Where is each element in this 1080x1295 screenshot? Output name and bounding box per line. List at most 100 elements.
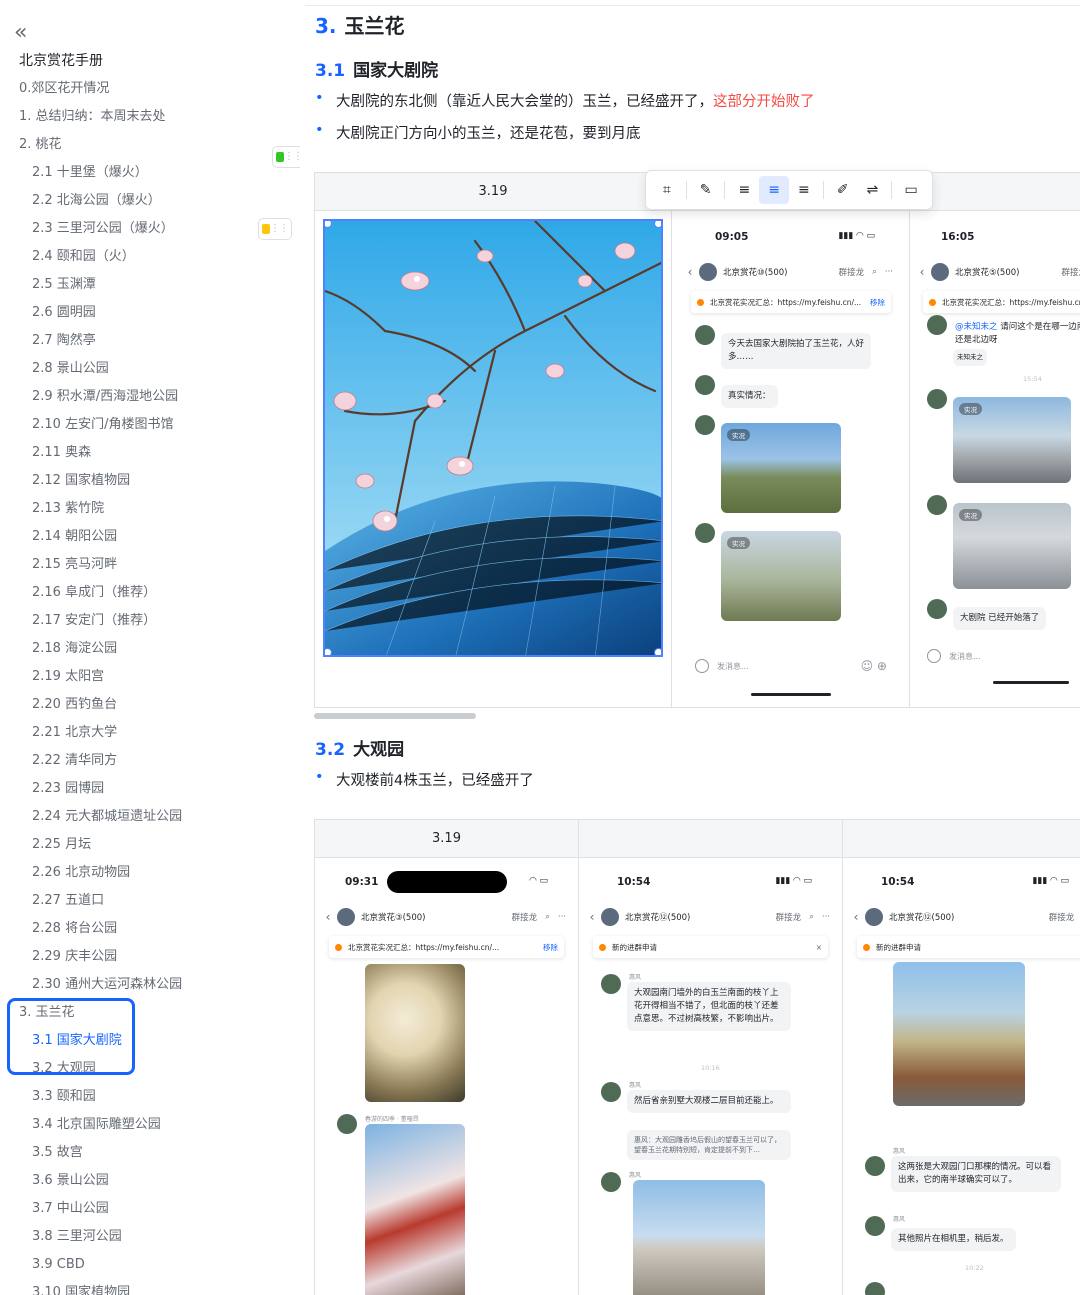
toc-item[interactable]: 1. 总结归纳：本周末去处 xyxy=(0,103,300,131)
toc-item[interactable]: 2.8 景山公园 xyxy=(0,355,300,383)
avatar xyxy=(865,1216,885,1236)
toc-item[interactable]: 2.12 国家植物园 xyxy=(0,467,300,495)
comment-icon[interactable]: ▭ xyxy=(896,176,926,204)
chat-screenshot-3[interactable]: 09:31 ◠ ▭ ‹ 北京赏花③(500) 群接龙 ⌕ ··· 北京赏花实况汇… xyxy=(319,864,574,1295)
person-icon xyxy=(863,943,870,951)
resize-handle[interactable] xyxy=(325,648,332,655)
magnolia-photo-selected[interactable] xyxy=(323,219,663,657)
signal-wifi-battery-icon: ▮▮▮ ◠ ▭ xyxy=(775,876,812,886)
toc-document-title[interactable]: 北京赏花手册 xyxy=(0,47,300,75)
toc-item[interactable]: 2.26 北京动物园 xyxy=(0,859,300,887)
toc-item[interactable]: 2.5 玉渊潭 xyxy=(0,271,300,299)
toc-item[interactable]: 3.8 三里河公园 xyxy=(0,1223,300,1251)
toc-item[interactable]: 2.21 北京大学 xyxy=(0,719,300,747)
chat-photo: 实况 xyxy=(953,397,1071,483)
chat-photo xyxy=(365,1124,465,1295)
toc-item[interactable]: 2.3 三里河公园（爆火） xyxy=(0,215,300,243)
align-left-icon[interactable]: ≡ xyxy=(729,176,759,204)
chat-nav-bar: ‹ 北京赏花③(500) 群接龙 ⌕ ··· xyxy=(319,904,574,930)
avatar xyxy=(865,1282,885,1295)
person-icon xyxy=(599,943,606,951)
chat-nav-bar: ‹ 北京赏花⑫(500) 群接龙 ⌕ ··· xyxy=(583,904,838,930)
status-bar: 16:05 xyxy=(941,231,975,243)
group-avatar xyxy=(337,908,355,926)
wifi-battery-icon: ◠ ▭ xyxy=(529,876,548,886)
toc-item[interactable]: 2.22 清华同方 xyxy=(0,747,300,775)
more-icon: ··· xyxy=(821,912,830,922)
table-header-cell[interactable]: 3.19 xyxy=(315,820,578,858)
drag-handle-icon[interactable]: ⋮⋮ xyxy=(270,224,289,234)
toc-item[interactable]: 2.27 五道口 xyxy=(0,887,300,915)
chat-screenshot-4[interactable]: 10:54 ▮▮▮ ◠ ▭ ‹ 北京赏花⑫(500) 群接龙 ⌕ ··· 新的进… xyxy=(583,864,838,1295)
toc-item[interactable]: 3.7 中山公园 xyxy=(0,1195,300,1223)
toc-item[interactable]: 3.5 故宫 xyxy=(0,1139,300,1167)
status-bar: 10:54 ▮▮▮ ◠ ▭ xyxy=(881,876,1069,888)
column-divider xyxy=(671,173,672,707)
resize-handle[interactable] xyxy=(654,221,661,228)
toc-item[interactable]: 3.4 北京国际雕塑公园 xyxy=(0,1111,300,1139)
toc-item[interactable]: 2.23 园博园 xyxy=(0,775,300,803)
toc-item[interactable]: 0.郊区花开情况 xyxy=(0,75,300,103)
toc-item[interactable]: 2.4 颐和园（火） xyxy=(0,243,300,271)
toc-item[interactable]: 2.18 海淀公园 xyxy=(0,635,300,663)
toc-item[interactable]: 2. 桃花 xyxy=(0,131,300,159)
toc-item[interactable]: 2.9 积水潭/西海湿地公园 xyxy=(0,383,300,411)
toc-item[interactable]: 3.1 国家大剧院 xyxy=(0,1027,300,1055)
edit-image-icon[interactable]: ✐ xyxy=(828,176,858,204)
toc-item[interactable]: 3.6 景山公园 xyxy=(0,1167,300,1195)
align-center-icon[interactable]: ≡ xyxy=(759,176,789,204)
toc-item[interactable]: 2.2 北海公园（爆火） xyxy=(0,187,300,215)
toc-item[interactable]: 2.25 月坛 xyxy=(0,831,300,859)
toc-item[interactable]: 2.10 左安门/角楼图书馆 xyxy=(0,411,300,439)
toc-item[interactable]: 2.29 庆丰公园 xyxy=(0,943,300,971)
toc-item[interactable]: 2.28 将台公园 xyxy=(0,915,300,943)
toc-item[interactable]: 3.10 国家植物园 xyxy=(0,1279,300,1295)
toc-item[interactable]: 2.13 紫竹院 xyxy=(0,495,300,523)
horizontal-scrollbar[interactable] xyxy=(314,713,476,719)
chat-screenshot-1[interactable]: 09:05 ▮▮▮ ◠ ▭ ‹ 北京赏花⑩(500) 群接龙 ⌕ ··· 北京赏… xyxy=(681,219,901,699)
chat-screenshot-5[interactable]: 10:54 ▮▮▮ ◠ ▭ ‹ 北京赏花⑫(500) 群接龙 ⌕ 新的进群申请 … xyxy=(847,864,1080,1295)
reply-quote: 惠风：大观园雕香坞后假山的望春玉兰可以了，望春玉兰花期特别短，肯定提前不到下… xyxy=(627,1130,791,1160)
table-header-cell-empty[interactable] xyxy=(578,820,1080,858)
chat-photo: 实况 xyxy=(953,503,1071,589)
caption-icon[interactable]: ✎ xyxy=(691,176,721,204)
avatar xyxy=(927,389,947,409)
toc-item[interactable]: 3.9 CBD xyxy=(0,1251,300,1279)
back-icon: ‹ xyxy=(919,265,925,279)
wrap-text-icon[interactable]: ⇌ xyxy=(857,176,887,204)
toc-item[interactable]: 2.24 元大都城垣遗址公园 xyxy=(0,803,300,831)
toc-item[interactable]: 3.3 颐和园 xyxy=(0,1083,300,1111)
signal-wifi-battery-icon: ▮▮▮ ◠ ▭ xyxy=(838,231,875,241)
voice-icon xyxy=(927,649,941,663)
signal-wifi-battery-icon: ▮▮▮ ◠ ▭ xyxy=(1032,876,1069,886)
block-tool-image[interactable]: ⋮⋮ xyxy=(258,218,292,240)
toc-item[interactable]: 2.11 奥森 xyxy=(0,439,300,467)
toc-item[interactable]: 2.6 圆明园 xyxy=(0,299,300,327)
toc-item[interactable]: 2.19 太阳宫 xyxy=(0,663,300,691)
collapse-sidebar-icon[interactable]: « xyxy=(14,22,36,44)
back-icon: ‹ xyxy=(853,910,859,924)
toc-item[interactable]: 2.7 陶然亭 xyxy=(0,327,300,355)
crop-icon[interactable]: ⌗ xyxy=(652,176,682,204)
search-icon: ⌕ xyxy=(809,912,814,922)
toc-item[interactable]: 2.17 安定门（推荐） xyxy=(0,607,300,635)
magnolia-theater-image xyxy=(325,221,661,655)
chat-screenshot-2[interactable]: 16:05 ‹ 北京赏花⑤(500) 群接龙 北京赏花实况汇总：https://… xyxy=(913,219,1080,699)
align-right-icon[interactable]: ≡ xyxy=(789,176,819,204)
resize-handle[interactable] xyxy=(325,221,332,228)
toc-item[interactable]: 3.2 大观园 xyxy=(0,1055,300,1083)
pinned-link: 北京赏花实况汇总：https://my.feishu.cn/... 移除 xyxy=(691,291,891,313)
toc-item[interactable]: 2.20 西钓鱼台 xyxy=(0,691,300,719)
toc-item[interactable]: 2.30 通州大运河森林公园 xyxy=(0,971,300,999)
toc-item[interactable]: 2.16 阜成门（推荐） xyxy=(0,579,300,607)
table-header-cell[interactable]: 3.19 xyxy=(315,173,671,211)
toc-item[interactable]: 3. 玉兰花 xyxy=(0,999,300,1027)
toc-item[interactable]: 2.1 十里堡（爆火） xyxy=(0,159,300,187)
drag-handle-icon[interactable]: ⋮⋮ xyxy=(284,152,300,162)
toc-item[interactable]: 2.14 朝阳公园 xyxy=(0,523,300,551)
toc-item[interactable]: 2.15 亮马河畔 xyxy=(0,551,300,579)
block-tool-table[interactable]: ⋮⋮ xyxy=(272,146,300,168)
resize-handle[interactable] xyxy=(654,648,661,655)
group-avatar xyxy=(601,908,619,926)
chat-nav-bar: ‹ 北京赏花⑫(500) 群接龙 ⌕ xyxy=(847,904,1080,930)
